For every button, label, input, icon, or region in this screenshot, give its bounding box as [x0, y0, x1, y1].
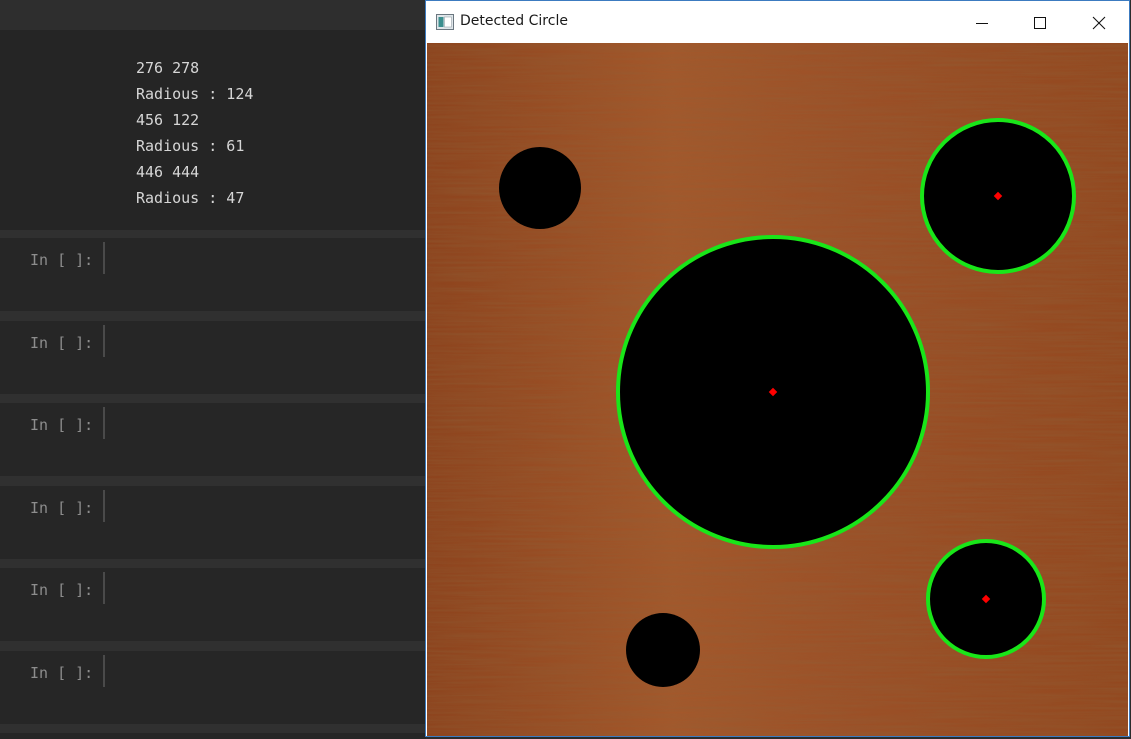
desktop: 276 278 Radious : 124 456 122 Radious : … [0, 0, 1131, 739]
cell-output-area: 276 278 Radious : 124 456 122 Radious : … [0, 30, 426, 230]
input-prompt: In [ ]: [30, 664, 94, 682]
code-input[interactable] [103, 325, 426, 357]
close-icon[interactable] [1076, 1, 1122, 43]
input-prompt: In [ ]: [30, 416, 94, 434]
notebook-toolbar-strip [0, 0, 426, 31]
undetected-circle [499, 147, 581, 229]
cell-separator [0, 641, 426, 651]
code-input[interactable] [103, 490, 426, 522]
window-title: Detected Circle [460, 13, 568, 29]
code-cell[interactable]: In [ ]: [0, 486, 426, 559]
cell-separator [0, 394, 426, 403]
input-prompt: In [ ]: [30, 334, 94, 352]
cell-separator [0, 559, 426, 568]
code-cell[interactable]: In [ ]: [0, 321, 426, 394]
code-cell[interactable]: In [ ]: [0, 403, 426, 476]
undetected-circle [626, 613, 700, 687]
detected-circle-window[interactable]: Detected Circle [425, 0, 1130, 737]
code-input[interactable] [103, 242, 426, 274]
cell-separator [0, 476, 426, 486]
cell-output-text: 276 278 Radious : 124 456 122 Radious : … [136, 55, 253, 211]
input-prompt: In [ ]: [30, 581, 94, 599]
code-input[interactable] [103, 572, 426, 604]
window-titlebar[interactable]: Detected Circle [426, 1, 1129, 43]
input-prompt: In [ ]: [30, 251, 94, 269]
output-line: Radious : 124 [136, 85, 254, 103]
jupyter-notebook: 276 278 Radious : 124 456 122 Radious : … [0, 0, 426, 739]
code-cell[interactable]: In [ ]: [0, 651, 426, 724]
minimize-icon[interactable] [959, 1, 1005, 43]
code-input[interactable] [103, 655, 426, 687]
output-line: Radious : 61 [136, 137, 245, 155]
code-cell[interactable]: In [ ]: [0, 238, 426, 311]
code-cell[interactable] [0, 733, 426, 739]
output-line: 446 444 [136, 163, 200, 181]
output-line: Radious : 47 [136, 189, 245, 207]
input-prompt: In [ ]: [30, 499, 94, 517]
detected-circles-image [427, 43, 1128, 736]
code-input[interactable] [103, 407, 426, 439]
output-line: 456 122 [136, 111, 200, 129]
cell-separator [0, 230, 426, 238]
code-cell[interactable]: In [ ]: [0, 568, 426, 641]
output-line: 276 278 [136, 59, 200, 77]
app-window-icon [436, 14, 454, 30]
cell-separator [0, 311, 426, 321]
maximize-icon[interactable] [1016, 1, 1062, 43]
